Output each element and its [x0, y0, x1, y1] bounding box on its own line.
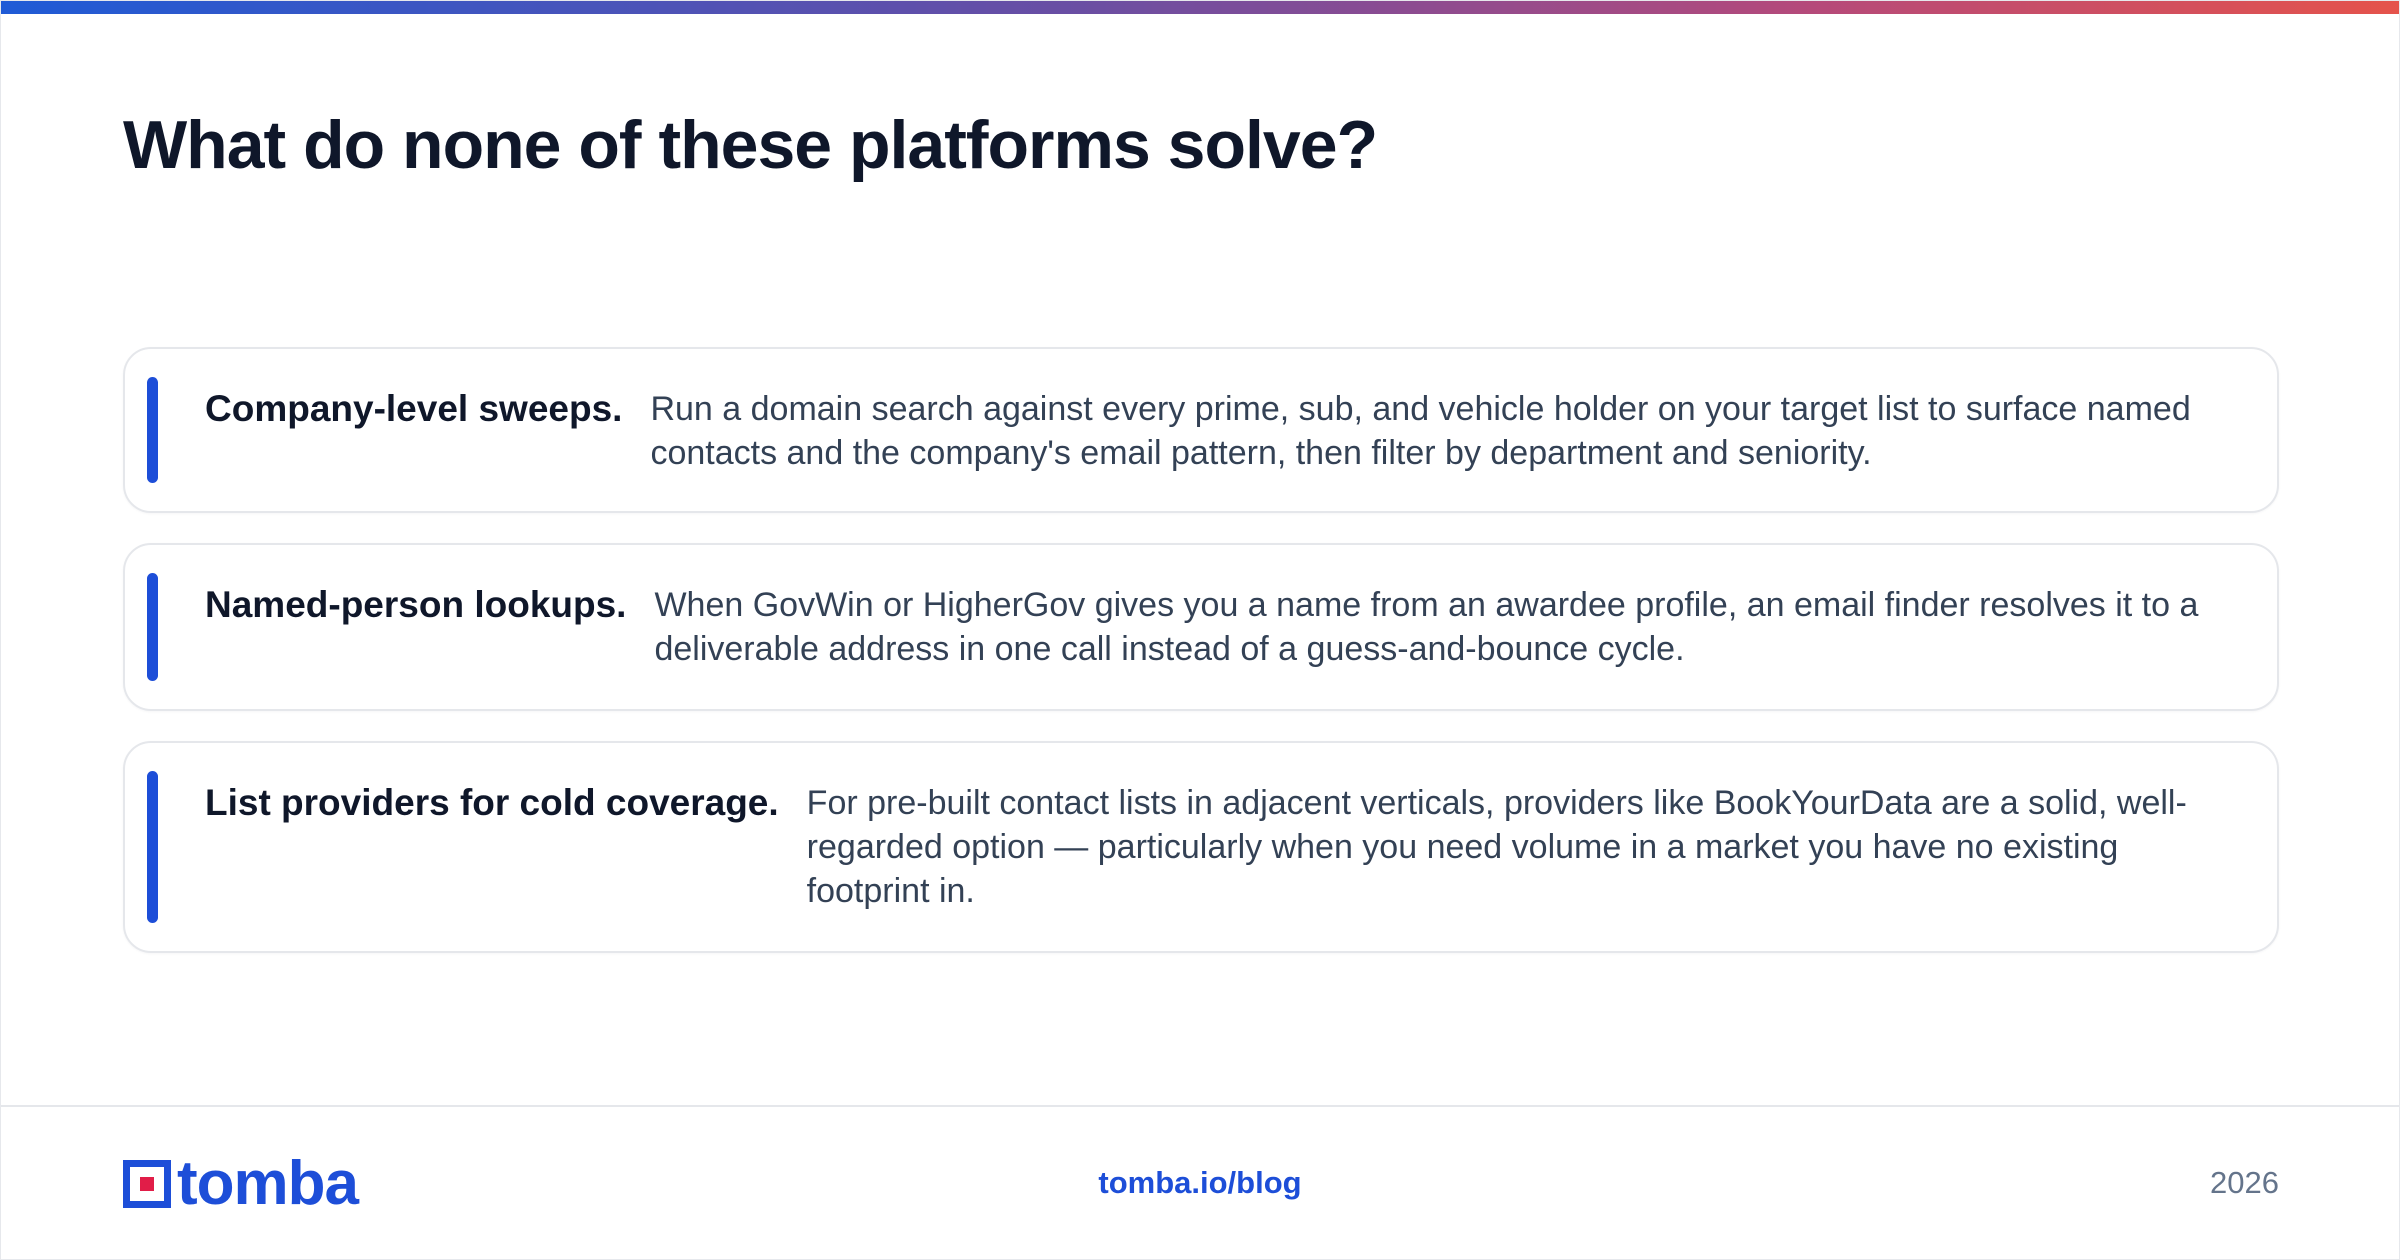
card-company-level-sweeps: Company-level sweeps. Run a domain searc…: [123, 347, 2279, 513]
card-body: When GovWin or HigherGov gives you a nam…: [654, 586, 2199, 668]
card-body: Run a domain search against every prime,…: [650, 390, 2191, 472]
card-named-person-lookups: Named-person lookups. When GovWin or Hig…: [123, 543, 2279, 711]
card-accent-bar: [147, 771, 158, 923]
card-list-providers: List providers for cold coverage. For pr…: [123, 741, 2279, 953]
page-title: What do none of these platforms solve?: [123, 107, 1378, 183]
card-accent-bar: [147, 573, 158, 681]
card-body: For pre-built contact lists in adjacent …: [806, 784, 2187, 910]
gradient-top-bar: [1, 1, 2399, 14]
slide: What do none of these platforms solve? C…: [0, 0, 2400, 1260]
card-heading: List providers for cold coverage.: [205, 782, 779, 823]
card-heading: Named-person lookups.: [205, 584, 627, 625]
card-accent-bar: [147, 377, 158, 483]
card-list: Company-level sweeps. Run a domain searc…: [123, 347, 2279, 983]
card-heading: Company-level sweeps.: [205, 388, 623, 429]
footer-divider: [1, 1105, 2399, 1107]
footer-year: 2026: [2210, 1165, 2279, 1200]
blog-link[interactable]: tomba.io/blog: [1, 1165, 2399, 1201]
